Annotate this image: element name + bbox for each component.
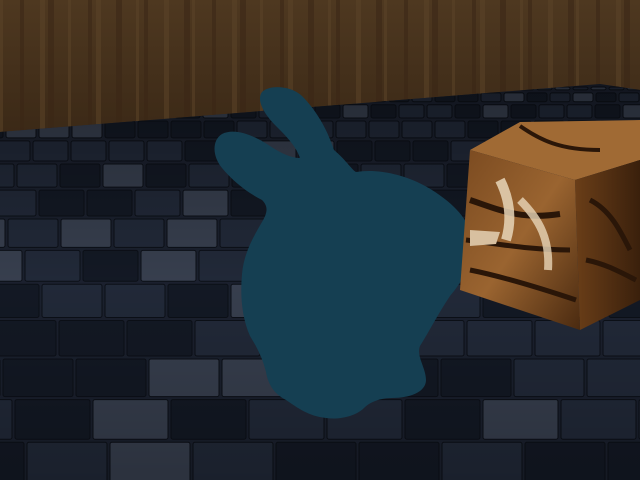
render-viewport[interactable] [0,0,640,480]
wood-grain-stripe [88,0,92,140]
wood-grain-stripe [40,0,45,140]
scene-canvas[interactable] [0,0,640,480]
tiger-textured-cube [460,120,640,330]
wood-grain-stripe [144,0,148,140]
wood-grain-stripe [136,0,139,140]
wood-grain-stripe [68,0,71,140]
wood-grain-stripe [48,0,54,140]
wood-grain-stripe [116,0,122,140]
wood-grain-stripe [96,0,101,140]
wood-grain-stripe [20,0,24,140]
wood-grain-stripe [0,0,3,140]
